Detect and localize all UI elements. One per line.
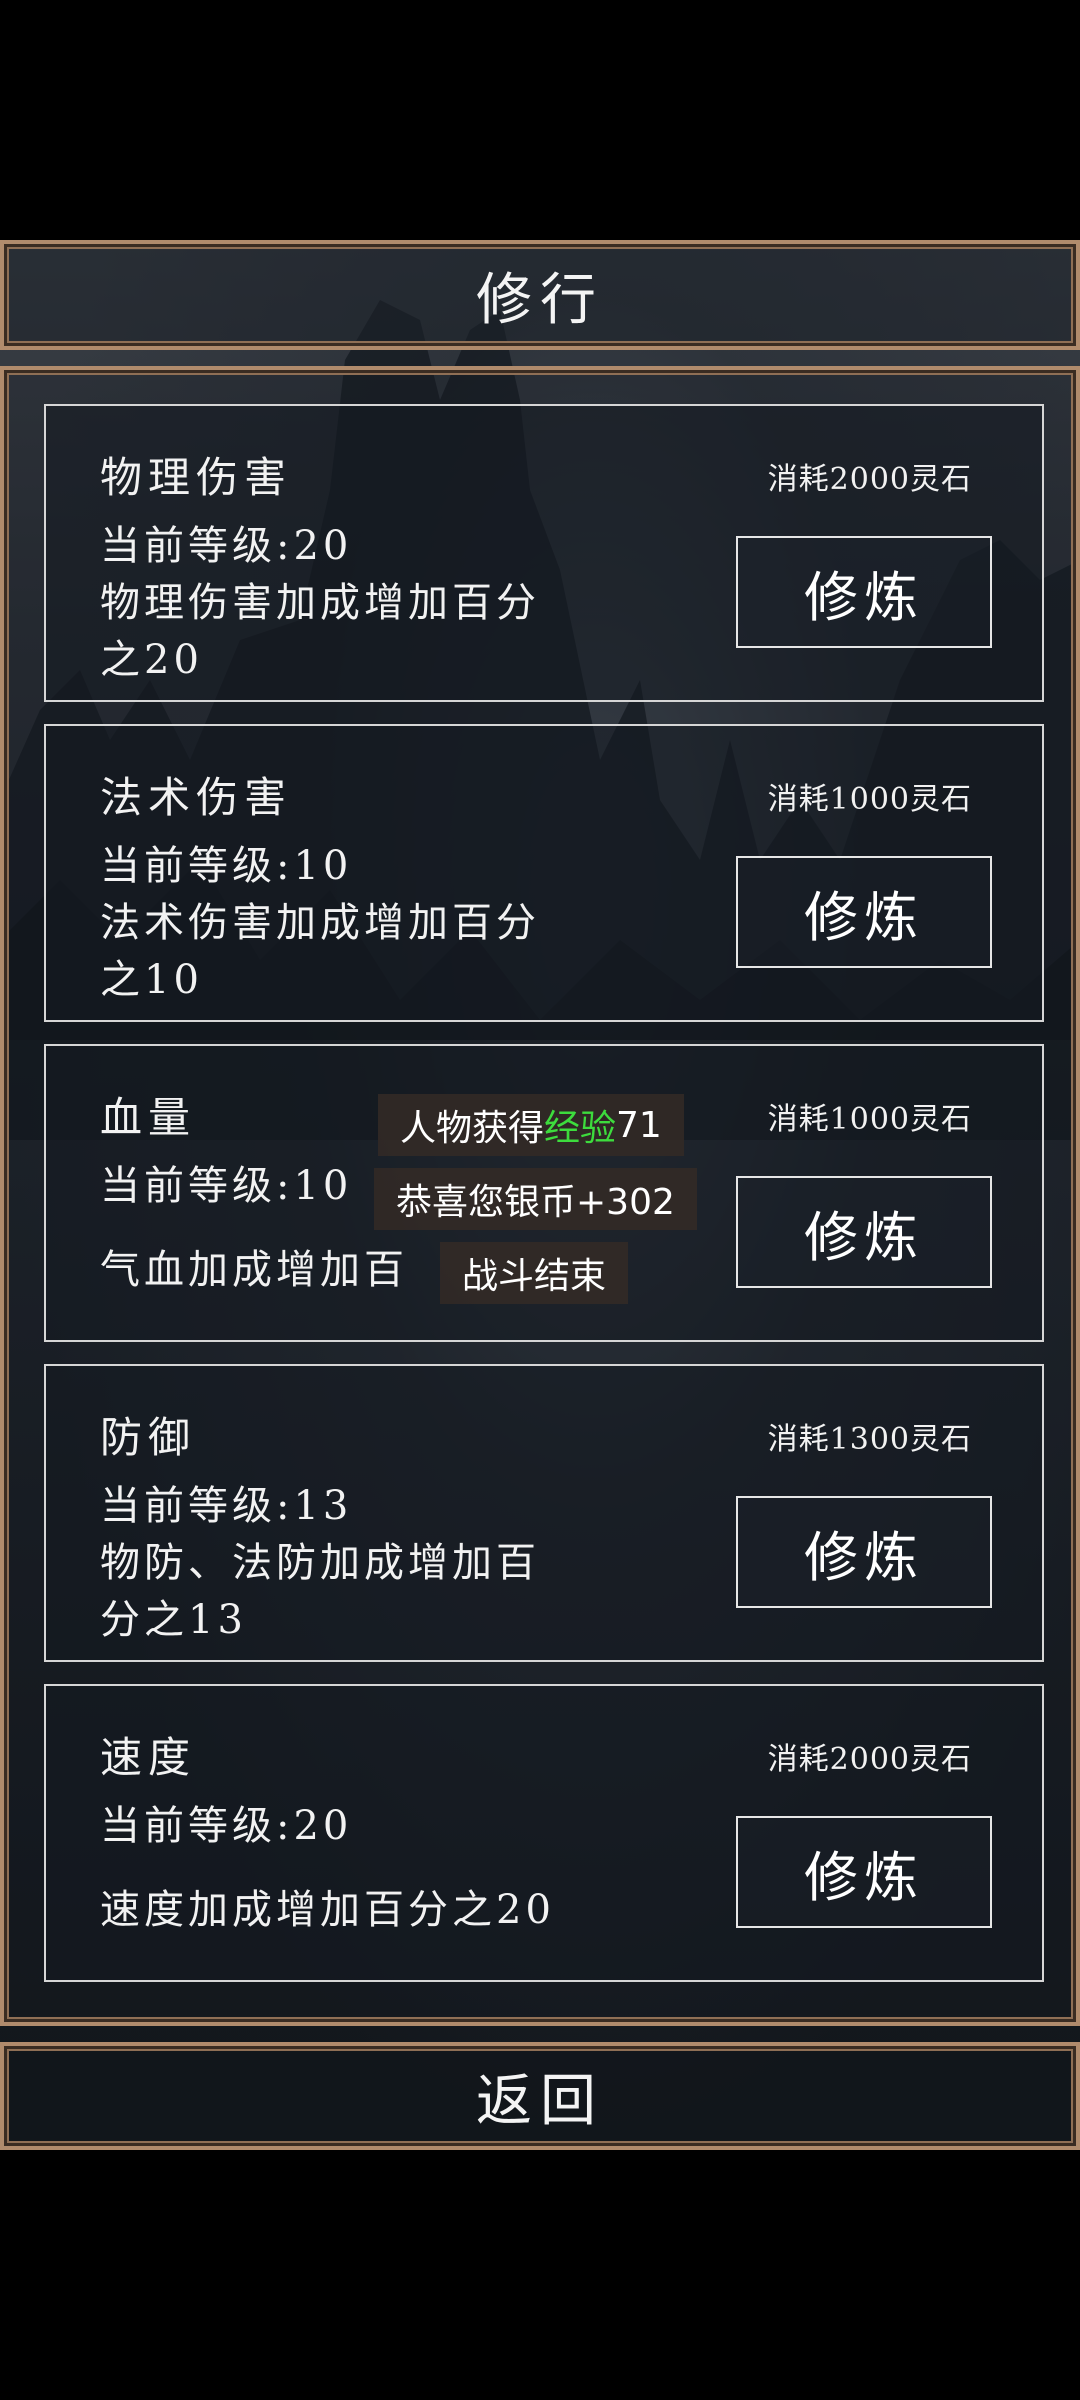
- cost-label: 消耗2000灵石: [767, 462, 972, 497]
- train-button[interactable]: 修炼: [736, 536, 992, 648]
- back-button[interactable]: 返回: [0, 2042, 1080, 2150]
- card-title: 血量: [100, 1093, 197, 1142]
- train-button[interactable]: 修炼: [736, 856, 992, 968]
- cost-label: 消耗1000灵石: [767, 782, 972, 817]
- effect-text: 物理伤害加成增加百分: [100, 580, 540, 626]
- back-label: 返回: [476, 2068, 604, 2134]
- cost-label: 消耗1300灵石: [767, 1422, 972, 1457]
- train-button[interactable]: 修炼: [736, 1496, 992, 1608]
- level-text: 当前等级:10: [100, 843, 353, 889]
- level-text: 当前等级:20: [100, 523, 353, 569]
- card-physical-damage: 物理伤害 消耗2000灵石 当前等级:20 物理伤害加成增加百分 之20 修炼: [44, 404, 1044, 702]
- card-title: 速度: [100, 1733, 197, 1782]
- card-description: 当前等级:20 速度加成增加百分之20: [100, 1798, 660, 1939]
- cost-label: 消耗1000灵石: [767, 1102, 972, 1137]
- card-magic-damage: 法术伤害 消耗1000灵石 当前等级:10 法术伤害加成增加百分 之10 修炼: [44, 724, 1044, 1022]
- level-text: 当前等级:13: [100, 1483, 353, 1529]
- page-title: 修行: [476, 267, 604, 333]
- card-title: 法术伤害: [100, 773, 293, 822]
- card-description: 当前等级:20 物理伤害加成增加百分 之20: [100, 518, 660, 689]
- effect-text-cont: 分之13: [100, 1597, 247, 1643]
- toast-text: 恭喜您银币+302: [396, 1182, 675, 1223]
- effect-text: 速度加成增加百分之20: [100, 1887, 555, 1933]
- effect-text: 法术伤害加成增加百分: [100, 900, 540, 946]
- exp-highlight: 经验: [544, 1108, 617, 1149]
- train-button[interactable]: 修炼: [736, 1816, 992, 1928]
- level-text: 当前等级:20: [100, 1803, 353, 1849]
- battle-end-toast: 战斗结束: [440, 1242, 629, 1304]
- train-button[interactable]: 修炼: [736, 1176, 992, 1288]
- effect-text-cont: 之20: [100, 637, 203, 683]
- cost-label: 消耗2000灵石: [767, 1742, 972, 1777]
- effect-text-cont: 之10: [100, 957, 203, 1003]
- card-description: 当前等级:10 法术伤害加成增加百分 之10: [100, 838, 660, 1009]
- card-description: 当前等级:13 物防、法防加成增加百 分之13: [100, 1478, 660, 1649]
- exp-gain-toast: 人物获得 经验 71: [378, 1094, 684, 1156]
- toast-text: 战斗结束: [462, 1256, 607, 1297]
- silver-gain-toast: 恭喜您银币+302: [374, 1168, 697, 1230]
- exp-value: 71: [616, 1104, 662, 1146]
- title-bar: 修行: [0, 240, 1080, 350]
- effect-text: 物防、法防加成增加百: [100, 1540, 540, 1586]
- card-title: 防御: [100, 1413, 197, 1462]
- card-defense: 防御 消耗1300灵石 当前等级:13 物防、法防加成增加百 分之13 修炼: [44, 1364, 1044, 1662]
- card-speed: 速度 消耗2000灵石 当前等级:20 速度加成增加百分之20 修炼: [44, 1684, 1044, 1982]
- card-title: 物理伤害: [100, 453, 293, 502]
- toast-text: 人物获得: [400, 1108, 545, 1149]
